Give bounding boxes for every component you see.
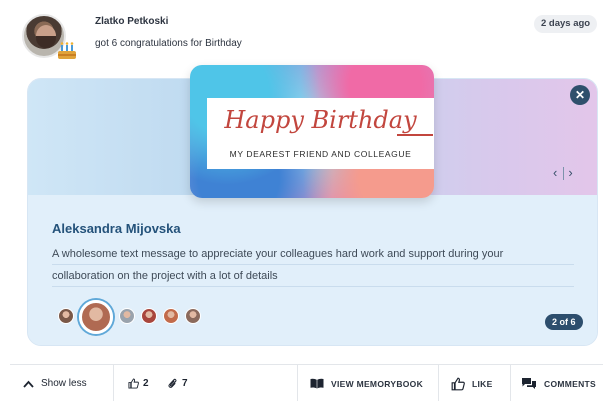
message-divider	[52, 286, 574, 287]
card-pagination-arrows: ‹ ›	[553, 165, 575, 181]
previous-arrow-icon[interactable]: ‹	[553, 165, 559, 180]
participant-avatar[interactable]	[163, 308, 179, 324]
likes-count: 2	[143, 378, 149, 389]
chevron-up-icon	[23, 380, 34, 388]
view-memorybook-label: VIEW MEMORYBOOK	[331, 378, 424, 389]
likes-count-button[interactable]: 2	[128, 365, 149, 401]
message-line-2: collaboration on the project with a lot …	[52, 270, 278, 282]
view-memorybook-button[interactable]: VIEW MEMORYBOOK	[310, 365, 423, 401]
post-header: Zlatko Petkoski got 6 congratulations fo…	[0, 0, 603, 70]
birthday-text-plate: Happy Birthday MY DEAREST FRIEND AND COL…	[207, 98, 434, 169]
bar-separator	[438, 365, 439, 401]
thumbs-up-icon	[451, 377, 465, 390]
participant-avatar[interactable]	[185, 308, 201, 324]
happy-birthday-title: Happy Birthday	[224, 106, 417, 134]
participant-avatar[interactable]	[58, 308, 74, 324]
book-icon	[310, 378, 324, 389]
show-less-label: Show less	[41, 378, 87, 389]
comments-icon	[522, 378, 536, 389]
bar-separator	[297, 365, 298, 401]
participant-avatar[interactable]	[141, 308, 157, 324]
like-button[interactable]: LIKE	[451, 365, 493, 401]
paperclip-icon	[168, 378, 177, 388]
message-divider	[52, 264, 574, 265]
recipient-name[interactable]: Aleksandra Mijovska	[52, 221, 181, 236]
participant-avatar[interactable]	[119, 308, 135, 324]
participant-avatar-selected[interactable]	[79, 300, 113, 334]
close-button[interactable]: ✕	[570, 85, 590, 105]
next-arrow-icon[interactable]: ›	[568, 165, 574, 180]
title-swash	[397, 134, 433, 136]
attachments-count-button[interactable]: 7	[167, 365, 188, 401]
attachments-count: 7	[182, 378, 188, 389]
bar-separator	[510, 365, 511, 401]
comments-button[interactable]: COMMENTS	[521, 365, 596, 401]
card-counter-badge: 2 of 6	[545, 314, 583, 330]
arrow-separator	[563, 167, 565, 181]
show-less-button[interactable]: Show less	[23, 365, 87, 401]
author-name[interactable]: Zlatko Petkoski	[95, 16, 168, 27]
comments-label: COMMENTS	[544, 378, 596, 389]
activity-text: got 6 congratulations for Birthday	[95, 38, 242, 49]
like-label: LIKE	[472, 378, 493, 389]
timestamp-badge: 2 days ago	[534, 15, 598, 33]
avatar-beard	[36, 36, 56, 48]
bar-separator	[113, 365, 114, 401]
birthday-card-image[interactable]: Happy Birthday MY DEAREST FRIEND AND COL…	[190, 65, 434, 198]
message-line-1: A wholesome text message to appreciate y…	[52, 248, 504, 260]
post-action-bar: Show less 2 7 VIEW MEMORYBOOK LIKE COMME…	[10, 364, 603, 401]
thumbs-up-icon	[128, 378, 139, 389]
birthday-cake-icon	[58, 42, 76, 59]
birthday-subtitle: MY DEAREST FRIEND AND COLLEAGUE	[229, 149, 412, 159]
